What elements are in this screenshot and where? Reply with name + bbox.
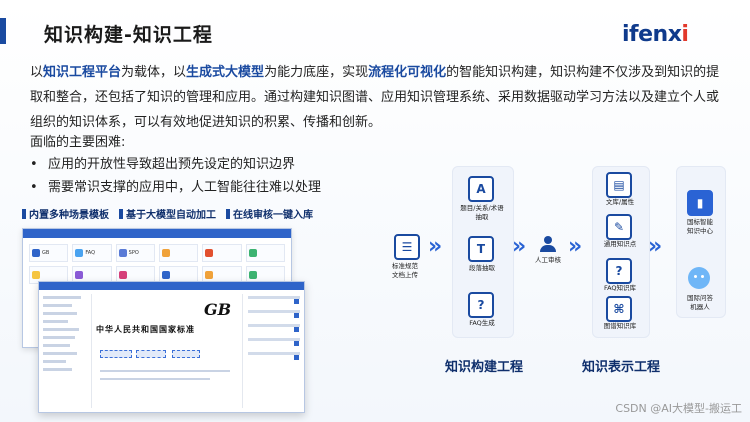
template-icon	[32, 271, 40, 279]
challenge-text: 应用的开放性导致超出预先设定的知识边界	[48, 157, 296, 172]
challenge-item: • 需要常识支撑的应用中，人工智能往往难以处理	[30, 176, 321, 195]
logo-text: ifenx	[622, 22, 682, 47]
feature-tag: 基于大模型自动加工	[119, 206, 216, 221]
build-step-label: FAQ生成	[469, 319, 495, 327]
build-step-label: 题目/关系/术语 抽取	[460, 204, 504, 221]
faq-icon: ?	[468, 292, 494, 318]
feature-tags: 内置多种场景模板 基于大模型自动加工 在线审核一键入库	[22, 206, 313, 221]
template-card[interactable]	[245, 244, 285, 262]
challenge-item: • 应用的开放性导致超出预先设定的知识边界	[30, 153, 295, 172]
tag-marker-icon	[226, 208, 230, 219]
repr-step-label: 文库/属性	[605, 198, 635, 206]
template-icon	[161, 271, 170, 279]
output-label: 国际问答 机器人	[687, 294, 713, 311]
text-line	[100, 370, 230, 372]
template-icon	[205, 249, 214, 257]
template-icon	[248, 249, 257, 257]
template-card[interactable]	[202, 244, 242, 262]
template-card[interactable]: GB	[29, 244, 69, 262]
repr-step-label: 图谱知识库	[603, 322, 637, 330]
tag-marker-icon	[119, 208, 123, 219]
document-tree	[43, 296, 85, 376]
bullet-dot-icon: •	[30, 157, 38, 172]
challenges-title: 面临的主要困难:	[30, 135, 126, 150]
template-card-label: FAQ	[85, 250, 96, 256]
challenge-text: 需要常识支撑的应用中，人工智能往往难以处理	[48, 180, 322, 195]
standard-title: 中华人民共和国国家标准	[96, 324, 195, 334]
tag-marker-icon	[22, 208, 26, 219]
document-preview: GB 中华人民共和国国家标准	[91, 294, 243, 408]
chat-icon: ?	[606, 258, 632, 284]
intro-text: 为载体，以	[121, 65, 187, 80]
intro-highlight: 流程化可视化	[368, 65, 447, 80]
tag-label: 内置多种场景模板	[29, 210, 109, 221]
flow-arrow-icon: »	[428, 234, 442, 259]
repr-step-label: 通用知识点	[603, 240, 637, 248]
intro-highlight: 知识工程平台	[43, 65, 122, 80]
graph-icon: ⌘	[606, 296, 632, 322]
build-engineering-title: 知识构建工程	[445, 360, 524, 375]
template-card[interactable]	[158, 244, 199, 262]
template-card-label: SPO	[128, 250, 139, 256]
extracted-highlight[interactable]	[100, 350, 132, 358]
representation-engineering-title: 知识表示工程	[582, 360, 661, 375]
bullet-dot-icon: •	[30, 180, 38, 195]
reviewer-icon	[540, 236, 556, 252]
logo-dot-letter: i	[681, 22, 689, 47]
gb-logo: GB	[204, 300, 232, 319]
intro-text: 以	[30, 65, 44, 80]
paragraph-icon: T	[468, 236, 494, 262]
tag-label: 在线审核一键入库	[233, 210, 313, 221]
source-label: 标准规范 文档上传	[392, 262, 418, 279]
knowledge-center-icon: ▮	[687, 190, 713, 216]
feature-tag: 内置多种场景模板	[22, 206, 109, 221]
watermark: CSDN @AI大模型-搬运工	[615, 402, 742, 415]
screen-header-bar	[23, 229, 291, 238]
title-accent-bar	[0, 18, 6, 44]
template-icon	[118, 271, 127, 279]
flow-arrow-icon: »	[568, 234, 582, 259]
flow-arrow-icon: »	[512, 234, 526, 259]
book-icon: ▤	[606, 172, 632, 198]
flow-arrow-icon: »	[648, 234, 662, 259]
screen-header-bar	[39, 282, 304, 290]
template-icon	[32, 249, 40, 257]
extracted-highlight[interactable]	[136, 350, 166, 358]
template-card[interactable]: SPO	[115, 244, 155, 262]
text-extract-icon: A	[468, 176, 494, 202]
tag-label: 基于大模型自动加工	[126, 210, 216, 221]
intro-paragraph: 以知识工程平台为载体，以生成式大模型为能力底座，实现流程化可视化的智能知识构建，…	[30, 60, 720, 135]
extracted-highlight[interactable]	[172, 350, 200, 358]
output-label: 国标智能 知识中心	[687, 218, 713, 235]
document-icon: ☰	[394, 234, 420, 260]
text-line	[100, 378, 210, 380]
review-label: 人工审核	[535, 256, 561, 264]
intro-text: 为能力底座，实现	[264, 65, 369, 80]
template-card[interactable]: FAQ	[72, 244, 112, 262]
review-panel	[248, 296, 300, 366]
template-icon	[118, 249, 127, 257]
template-icon	[75, 249, 84, 257]
template-icon	[205, 271, 214, 279]
feature-tag: 在线审核一键入库	[226, 206, 313, 221]
edit-icon: ✎	[606, 214, 632, 240]
template-icon	[161, 249, 170, 257]
ifenxi-logo: ifenxi	[622, 22, 689, 47]
template-icon	[248, 271, 257, 279]
template-card-label: GB	[42, 250, 50, 256]
build-step-label: 段落抽取	[469, 264, 495, 272]
intro-highlight: 生成式大模型	[186, 65, 265, 80]
robot-icon	[688, 267, 710, 289]
template-icon	[75, 271, 84, 279]
document-review-screen: GB 中华人民共和国国家标准	[38, 281, 305, 413]
repr-step-label: FAQ知识库	[603, 284, 637, 292]
page-title: 知识构建-知识工程	[44, 24, 213, 46]
